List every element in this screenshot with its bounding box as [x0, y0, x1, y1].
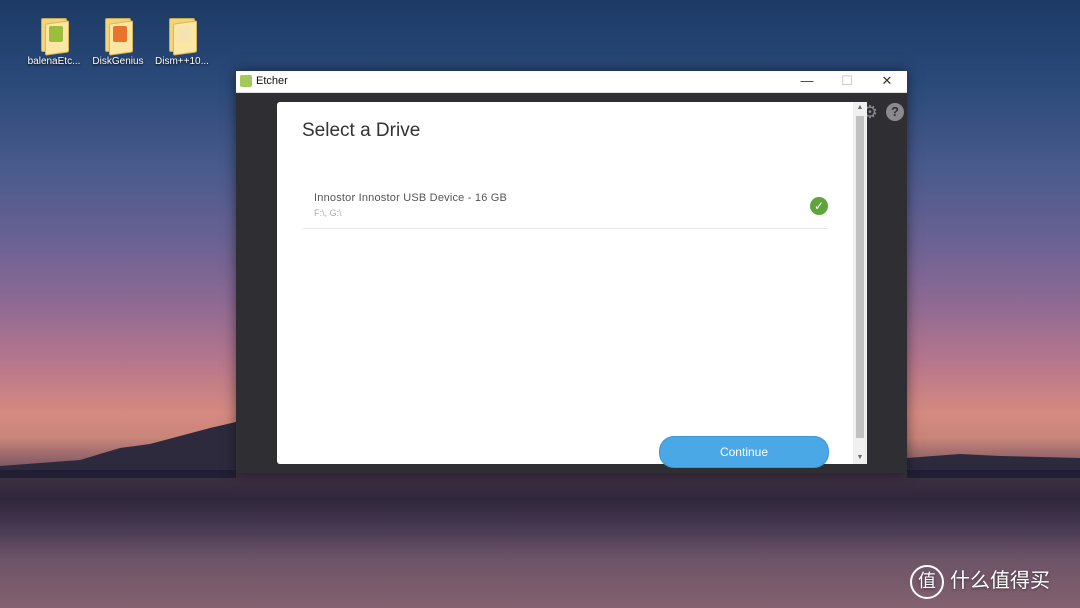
scrollbar-thumb[interactable] [856, 116, 864, 438]
titlebar: Etcher — ☐ ✕ [236, 71, 907, 93]
question-icon[interactable]: ? [886, 103, 904, 121]
continue-button[interactable]: Continue [659, 436, 829, 468]
watermark-text: 什么值得买 [950, 570, 1050, 592]
desktop-icon-label: Dism++10... [155, 56, 209, 67]
watermark: 值什么值得买 [910, 564, 1050, 599]
scroll-down-arrow-icon[interactable]: ▼ [853, 452, 867, 464]
desktop-icon-balenaetcher[interactable]: balenaEtc... [22, 16, 86, 67]
minimize-button[interactable]: — [787, 71, 827, 92]
maximize-button[interactable]: ☐ [827, 71, 867, 92]
watermark-logo-icon: 值 [910, 564, 944, 599]
desktop-icon-label: balenaEtc... [27, 56, 81, 67]
select-drive-modal: Select a Drive Innostor Innostor USB Dev… [277, 102, 854, 468]
desktop-icon-diskgenius[interactable]: DiskGenius [86, 16, 150, 67]
check-icon: ✓ [810, 197, 828, 215]
folder-icon [103, 16, 133, 56]
etcher-app-icon [240, 75, 252, 87]
modal-scrollbar[interactable]: ▲ ▼ [853, 102, 867, 464]
drive-list-item[interactable]: Innostor Innostor USB Device - 16 GB F:\… [302, 187, 828, 229]
desktop-icon-label: DiskGenius [92, 56, 144, 67]
folder-icon [167, 16, 197, 56]
modal-title: Select a Drive [302, 120, 421, 141]
close-button[interactable]: ✕ [867, 71, 907, 92]
desktop-icon-dism[interactable]: Dism++10... [150, 16, 214, 67]
scroll-up-arrow-icon[interactable]: ▲ [853, 102, 867, 114]
folder-icon [39, 16, 69, 56]
window-title: Etcher [256, 75, 288, 87]
drive-name: Innostor Innostor USB Device - 16 GB [314, 192, 508, 204]
drive-path: F:\, G:\ [314, 208, 342, 218]
